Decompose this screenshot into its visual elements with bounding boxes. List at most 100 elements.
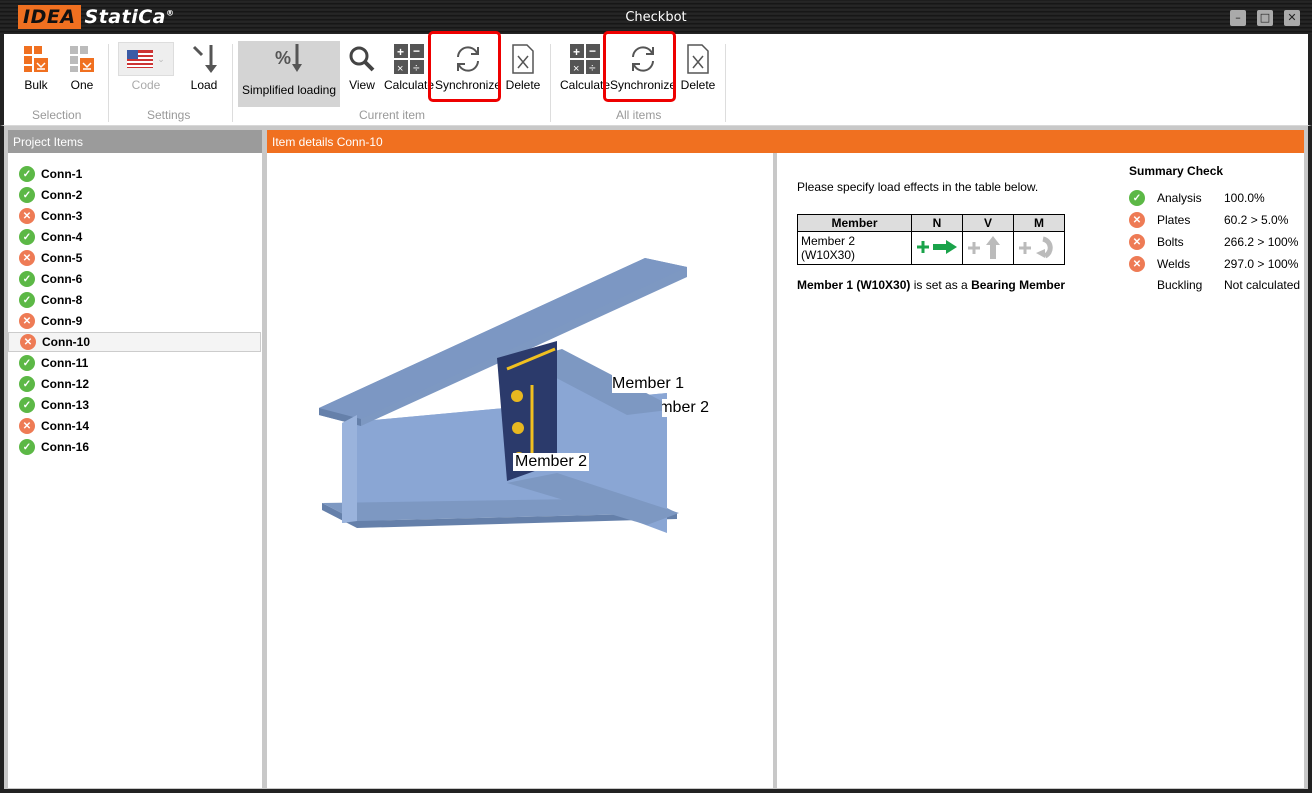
bearing-member-term: Bearing Member bbox=[971, 278, 1066, 292]
error-icon: ✕ bbox=[19, 313, 35, 329]
summary-label: Analysis bbox=[1157, 191, 1202, 205]
error-icon: ✕ bbox=[20, 334, 36, 350]
list-item[interactable]: ✓ Conn-12 bbox=[8, 374, 261, 394]
item-label: Conn-6 bbox=[41, 272, 83, 286]
load-label: Load bbox=[190, 78, 218, 92]
error-icon: ✕ bbox=[19, 250, 35, 266]
item-label: Conn-8 bbox=[41, 293, 83, 307]
shear-force-icon[interactable] bbox=[962, 231, 1014, 265]
bulk-button[interactable]: Bulk bbox=[18, 42, 54, 92]
percent-down-icon: % bbox=[238, 41, 340, 75]
member-2-label: Member 2 bbox=[513, 453, 590, 471]
summary-check: Summary Check ✓ Analysis 100.0% ✕ Plates 60.2… bbox=[1129, 164, 1300, 292]
error-icon: ✕ bbox=[19, 208, 35, 224]
list-item[interactable]: ✕ Conn-10 bbox=[8, 332, 261, 352]
item-label: Conn-12 bbox=[41, 377, 89, 391]
check-icon: ✓ bbox=[19, 166, 35, 182]
summary-label: Welds bbox=[1157, 257, 1191, 271]
summary-value: 266.2 > 100% bbox=[1224, 235, 1299, 249]
delete-button[interactable]: Delete bbox=[504, 42, 542, 92]
one-button[interactable]: One bbox=[64, 42, 100, 92]
instruction-text: Please specify load effects in the table… bbox=[797, 180, 1039, 194]
load-icon bbox=[186, 42, 222, 76]
list-item[interactable]: ✓ Conn-1 bbox=[8, 164, 261, 184]
bulk-icon bbox=[18, 42, 54, 76]
one-icon bbox=[64, 42, 100, 76]
check-icon: ✓ bbox=[19, 187, 35, 203]
synchronize-highlight bbox=[428, 31, 501, 102]
load-button[interactable]: Load bbox=[186, 42, 222, 92]
list-item[interactable]: ✓ Conn-11 bbox=[8, 353, 261, 373]
summary-row: ✕ Welds 297.0 > 100% bbox=[1129, 256, 1298, 272]
simplified-loading-label: Simplified loading bbox=[241, 83, 337, 97]
list-item[interactable]: ✕ Conn-14 bbox=[8, 416, 261, 436]
item-label: Conn-10 bbox=[42, 335, 90, 349]
list-item[interactable]: ✕ Conn-9 bbox=[8, 311, 261, 331]
item-label: Conn-13 bbox=[41, 398, 89, 412]
summary-label: Buckling bbox=[1157, 278, 1203, 292]
close-button[interactable]: ✕ bbox=[1284, 10, 1300, 26]
code-dropdown[interactable]: ⌄ Code bbox=[118, 42, 174, 92]
list-item[interactable]: ✕ Conn-5 bbox=[8, 248, 261, 268]
svg-text:×: × bbox=[573, 63, 579, 74]
item-label: Conn-4 bbox=[41, 230, 83, 244]
code-label: Code bbox=[131, 78, 161, 92]
svg-text:×: × bbox=[397, 63, 403, 74]
delete-file-icon bbox=[680, 42, 716, 76]
axial-force-icon[interactable] bbox=[911, 231, 963, 265]
list-item[interactable]: ✓ Conn-2 bbox=[8, 185, 261, 205]
settings-group-label: Settings bbox=[147, 108, 191, 122]
item-label: Conn-9 bbox=[41, 314, 83, 328]
item-label: Conn-3 bbox=[41, 209, 83, 223]
summary-value: 297.0 > 100% bbox=[1224, 257, 1299, 271]
list-item[interactable]: ✓ Conn-4 bbox=[8, 227, 261, 247]
svg-text:÷: ÷ bbox=[413, 61, 420, 74]
project-items-panel: Project Items ✓ Conn-1 ✓ Conn-2 ✕ Conn-3 ✓ Conn… bbox=[8, 130, 262, 788]
summary-label: Bolts bbox=[1157, 235, 1184, 249]
item-label: Conn-5 bbox=[41, 251, 83, 265]
delete-label: Delete bbox=[505, 78, 541, 92]
load-effects-table: Member N V M Member 2 (W10X30) bbox=[797, 214, 1065, 265]
3d-viewport[interactable]: Member 1 Member 2 Member 2 bbox=[267, 153, 773, 788]
simplified-loading-button[interactable]: % Simplified loading bbox=[238, 41, 340, 107]
item-details-header: Item details Conn-10 bbox=[267, 130, 1304, 153]
delete-all-button[interactable]: Delete bbox=[680, 42, 716, 92]
title-bar: IDEA StatiCa® Checkbot – □ ✕ bbox=[0, 0, 1312, 34]
col-v: V bbox=[962, 214, 1014, 232]
moment-icon[interactable] bbox=[1013, 231, 1065, 265]
summary-value: 100.0% bbox=[1224, 191, 1265, 205]
check-icon: ✓ bbox=[19, 271, 35, 287]
one-label: One bbox=[70, 78, 94, 92]
list-item[interactable]: ✓ Conn-13 bbox=[8, 395, 261, 415]
summary-value: 60.2 > 5.0% bbox=[1224, 213, 1289, 227]
table-row: Member 2 (W10X30) bbox=[797, 231, 1065, 265]
summary-row: ✕ Bolts 266.2 > 100% bbox=[1129, 234, 1298, 250]
divider bbox=[550, 44, 551, 122]
member-cell: Member 2 (W10X30) bbox=[797, 231, 912, 265]
list-item[interactable]: ✕ Conn-3 bbox=[8, 206, 261, 226]
summary-row: ✓ Analysis 100.0% bbox=[1129, 190, 1265, 206]
item-label: Conn-1 bbox=[41, 167, 83, 181]
check-icon: ✓ bbox=[19, 376, 35, 392]
divider bbox=[108, 44, 109, 122]
synchronize-all-highlight bbox=[603, 31, 676, 102]
delete-all-label: Delete bbox=[680, 78, 716, 92]
selection-group-label: Selection bbox=[32, 108, 82, 122]
maximize-button[interactable]: □ bbox=[1257, 10, 1273, 26]
item-label: Conn-11 bbox=[41, 356, 89, 370]
current-item-group-label: Current item bbox=[359, 108, 426, 122]
view-button[interactable]: View bbox=[346, 42, 378, 92]
window-title: Checkbot bbox=[625, 10, 687, 25]
list-item[interactable]: ✓ Conn-6 bbox=[8, 269, 261, 289]
check-icon: ✓ bbox=[1129, 190, 1145, 206]
col-member: Member bbox=[797, 214, 912, 232]
list-item[interactable]: ✓ Conn-8 bbox=[8, 290, 261, 310]
check-icon: ✓ bbox=[19, 397, 35, 413]
minimize-button[interactable]: – bbox=[1230, 10, 1246, 26]
item-label: Conn-2 bbox=[41, 188, 83, 202]
summary-value: Not calculated bbox=[1224, 278, 1301, 292]
list-item[interactable]: ✓ Conn-16 bbox=[8, 437, 261, 457]
summary-row: Buckling Not calculated bbox=[1129, 278, 1300, 292]
divider bbox=[232, 44, 233, 122]
svg-text:÷: ÷ bbox=[589, 61, 596, 74]
